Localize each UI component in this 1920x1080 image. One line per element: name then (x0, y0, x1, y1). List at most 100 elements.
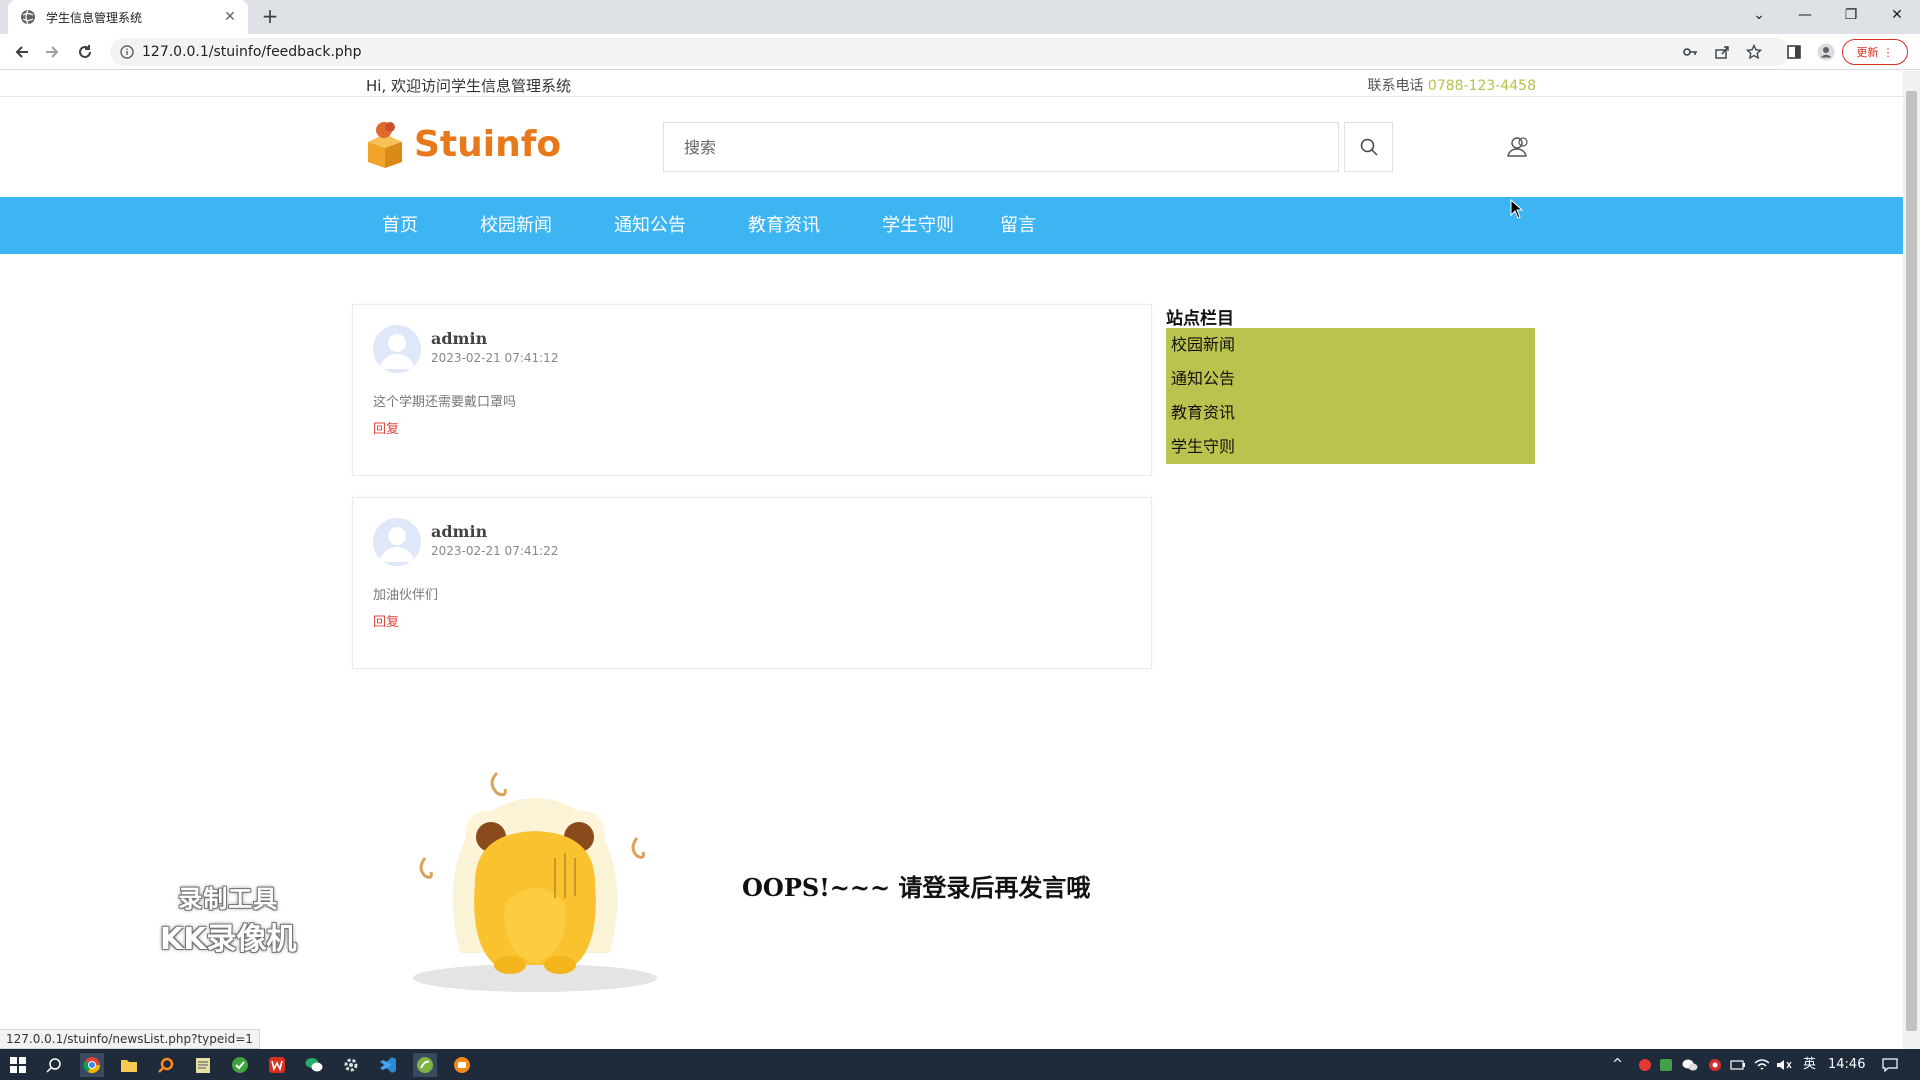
avatar (373, 325, 421, 373)
back-button[interactable] (10, 40, 34, 64)
box-logo-icon (368, 122, 402, 168)
tray-chevron-icon[interactable]: ^ (1612, 1049, 1623, 1080)
sidebar-item-student-rules[interactable]: 学生守则 (1166, 434, 1535, 468)
battery-icon[interactable] (1726, 1053, 1750, 1077)
search-button[interactable] (1344, 122, 1393, 172)
clock-time[interactable]: 14:46 (1828, 1049, 1865, 1080)
search-icon[interactable] (42, 1053, 66, 1077)
notification-icon[interactable] (1878, 1053, 1902, 1077)
update-button[interactable]: 更新 ⋮ (1842, 39, 1908, 65)
reply-link[interactable]: 回复 (373, 418, 399, 437)
tab-search-chevron-icon[interactable]: ⌄ (1736, 0, 1782, 30)
wechat-icon[interactable] (302, 1053, 326, 1077)
comment-text: 加油伙伴们 (373, 588, 439, 603)
default-avatar-icon (373, 325, 421, 373)
wps-icon[interactable] (265, 1053, 289, 1077)
chrome-taskbar-icon[interactable] (80, 1053, 104, 1077)
search-tool-icon[interactable] (154, 1053, 178, 1077)
share-icon[interactable] (1710, 40, 1734, 64)
default-avatar-icon (373, 518, 421, 566)
globe-icon (21, 9, 35, 25)
browser-tab-strip: 学生信息管理系统 ✕ + ⌄ — ❐ ✕ (0, 0, 1920, 34)
sidebar-item-notices[interactable]: 通知公告 (1166, 366, 1535, 400)
top-info-bar: Hi, 欢迎访问学生信息管理系统 联系电话 0788-123-4458 (0, 71, 1903, 97)
profile-icon[interactable] (1814, 40, 1838, 64)
recorder-icon[interactable] (450, 1053, 474, 1077)
page-scrollbar[interactable] (1903, 71, 1920, 1049)
close-window-button[interactable]: ✕ (1874, 0, 1920, 30)
ime-indicator[interactable]: 英 (1803, 1049, 1816, 1080)
site-header: Stuinfo (0, 98, 1903, 196)
volume-icon[interactable] (1772, 1053, 1796, 1077)
nav-student-rules[interactable]: 学生守则 (882, 197, 954, 254)
nav-notices[interactable]: 通知公告 (614, 197, 686, 254)
nav-home[interactable]: 首页 (382, 197, 418, 254)
scrollbar-thumb[interactable] (1906, 91, 1917, 1031)
watermark-line1: 录制工具 (178, 885, 279, 913)
comment-time: 2023-02-21 07:41:12 (431, 351, 559, 365)
nav-feedback[interactable]: 留言 (1000, 197, 1036, 254)
windows-start-icon[interactable] (6, 1053, 30, 1077)
update-label: 更新 (1856, 46, 1879, 59)
user-icon[interactable] (1506, 135, 1530, 159)
wifi-icon[interactable] (1750, 1053, 1774, 1077)
url-text: 127.0.0.1/stuinfo/feedback.php (142, 44, 362, 60)
avatar (373, 518, 421, 566)
tray-wechat-icon[interactable] (1678, 1053, 1702, 1077)
comment-user: admin (431, 522, 488, 541)
reload-icon (79, 45, 91, 58)
comment-card: admin 2023-02-21 07:41:22 加油伙伴们 回复 (352, 497, 1152, 669)
more-menu-icon: ⋮ (1882, 45, 1894, 59)
vscode-icon[interactable] (376, 1053, 400, 1077)
sidebar-item-campus-news[interactable]: 校园新闻 (1166, 332, 1535, 366)
notepad-icon[interactable] (191, 1053, 215, 1077)
tray-app-icon[interactable] (1703, 1053, 1727, 1077)
settings-gear-icon[interactable] (339, 1053, 363, 1077)
reload-button[interactable] (73, 40, 97, 64)
phpstudy-icon[interactable] (413, 1053, 437, 1077)
windows-taskbar: ^ 英 14:46 (0, 1049, 1920, 1080)
comment-card: admin 2023-02-21 07:41:12 这个学期还需要戴口罩吗 回复 (352, 304, 1152, 476)
minimize-button[interactable]: — (1782, 0, 1828, 30)
sidebar-menu: 校园新闻 通知公告 教育资讯 学生守则 (1166, 328, 1535, 464)
address-bar[interactable]: 127.0.0.1/stuinfo/feedback.php (110, 38, 1790, 66)
side-panel-icon[interactable] (1782, 40, 1806, 64)
comment-text: 这个学期还需要戴口罩吗 (373, 395, 517, 410)
new-tab-button[interactable]: + (258, 5, 282, 29)
key-icon[interactable] (1678, 40, 1702, 64)
reply-link[interactable]: 回复 (373, 611, 399, 630)
recorder-watermark: 录制工具 KK录像机 (160, 879, 297, 958)
nav-campus-news[interactable]: 校园新闻 (480, 197, 552, 254)
file-explorer-icon[interactable] (117, 1053, 141, 1077)
comment-time: 2023-02-21 07:41:22 (431, 544, 559, 558)
phone-number: 0788-123-4458 (1427, 78, 1536, 94)
search-input[interactable] (684, 137, 1338, 157)
web-page: Hi, 欢迎访问学生信息管理系统 联系电话 0788-123-4458 Stui… (0, 71, 1903, 1049)
tab-title: 学生信息管理系统 (46, 10, 143, 25)
sidebar-item-education-info[interactable]: 教育资讯 (1166, 400, 1535, 434)
nav-education-info[interactable]: 教育资讯 (748, 197, 820, 254)
login-prompt-text: OOPS!~~~ 请登录后再发言哦 (742, 873, 1091, 902)
search-icon (1360, 138, 1378, 156)
browser-tab[interactable]: 学生信息管理系统 ✕ (8, 0, 248, 34)
tray-app-green-icon[interactable] (1654, 1053, 1678, 1077)
mouse-cursor-icon (1510, 199, 1524, 219)
info-icon[interactable] (120, 45, 134, 59)
forward-arrow-icon (46, 46, 59, 58)
browser-toolbar: 127.0.0.1/stuinfo/feedback.php 更新 ⋮ (0, 34, 1920, 70)
contact-info: 联系电话 0788-123-4458 (1367, 75, 1536, 95)
welcome-text: Hi, 欢迎访问学生信息管理系统 (366, 77, 571, 95)
contact-label: 联系电话 (1367, 78, 1424, 94)
restore-button[interactable]: ❐ (1828, 0, 1874, 30)
search-box (663, 122, 1339, 172)
forward-button[interactable] (40, 40, 64, 64)
link-status-bar: 127.0.0.1/stuinfo/newsList.php?typeid=1 (0, 1029, 260, 1049)
app-green-icon[interactable] (228, 1053, 252, 1077)
site-logo[interactable]: Stuinfo (366, 120, 561, 168)
sidebar-title: 站点栏目 (1166, 309, 1234, 329)
close-tab-icon[interactable]: ✕ (222, 9, 238, 25)
watermark-line2: KK录像机 (160, 922, 297, 957)
main-nav: 首页 校园新闻 通知公告 教育资讯 学生守则 留言 (0, 197, 1903, 254)
bookmark-star-icon[interactable] (1742, 40, 1766, 64)
sad-hamster-illustration (413, 771, 657, 992)
